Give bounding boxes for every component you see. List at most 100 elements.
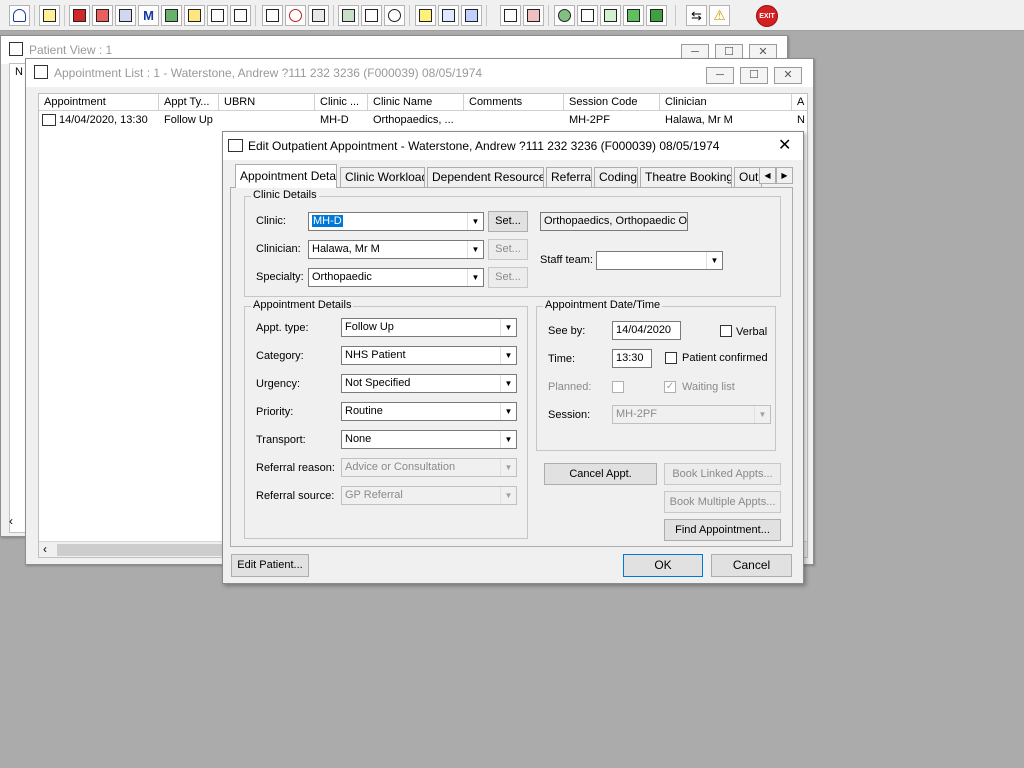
letter-m-icon[interactable]: M xyxy=(138,5,159,26)
chevron-down-icon[interactable]: ▼ xyxy=(500,319,516,336)
chevron-down-icon[interactable]: ▼ xyxy=(467,269,483,286)
find-appointment-button[interactable]: Find Appointment... xyxy=(664,519,781,541)
dialog-close-icon[interactable]: ✕ xyxy=(778,135,791,157)
staff-team-combo[interactable]: ▼ xyxy=(596,251,723,270)
time-input[interactable]: 13:30 xyxy=(612,349,652,368)
tab-dependent-resources[interactable]: Dependent Resources xyxy=(427,167,544,187)
doctor-icon[interactable] xyxy=(161,5,182,26)
column-header-a[interactable]: A xyxy=(792,94,807,111)
swap-icon[interactable]: ⇆ xyxy=(686,5,707,26)
cancel-appt-button[interactable]: Cancel Appt. xyxy=(544,463,657,485)
chevron-down-icon[interactable]: ▼ xyxy=(754,406,770,423)
chevron-down-icon[interactable]: ▼ xyxy=(500,487,516,504)
priority-combo[interactable]: Routine ▼ xyxy=(341,402,517,421)
close-button[interactable]: ✕ xyxy=(774,67,802,84)
double-check-icon[interactable] xyxy=(646,5,667,26)
edit-patient-button[interactable]: Edit Patient... xyxy=(231,554,309,577)
waiting-list-label: Waiting list xyxy=(682,381,735,393)
clinic-label: Clinic: xyxy=(256,215,286,227)
tab-scroll-right-icon[interactable]: ▶ xyxy=(776,167,793,184)
tab-scroll-left-icon[interactable]: ◀ xyxy=(759,167,776,184)
clipboard-icon[interactable] xyxy=(92,5,113,26)
chevron-down-icon[interactable]: ▼ xyxy=(500,459,516,476)
maximize-button[interactable]: ☐ xyxy=(740,67,768,84)
report-icon[interactable] xyxy=(361,5,382,26)
chevron-down-icon[interactable]: ▼ xyxy=(500,347,516,364)
scroll-left-icon[interactable]: ‹ xyxy=(9,514,13,528)
projector-icon[interactable] xyxy=(230,5,251,26)
bar-chart-icon[interactable] xyxy=(523,5,544,26)
column-header-clinic-name[interactable]: Clinic Name xyxy=(368,94,464,111)
planned-checkbox[interactable] xyxy=(612,381,624,393)
table-row[interactable]: 14/04/2020, 13:30 Follow Up MH-D Orthopa… xyxy=(39,112,807,129)
cell-clinician: Halawa, Mr M xyxy=(665,114,733,126)
column-header-comments[interactable]: Comments xyxy=(464,94,564,111)
category-combo[interactable]: NHS Patient ▼ xyxy=(341,346,517,365)
column-header-ubrn[interactable]: UBRN xyxy=(219,94,315,111)
toolbar-separator xyxy=(409,5,410,26)
clinician-combo[interactable]: Halawa, Mr M ▼ xyxy=(308,240,484,259)
check-doc-icon[interactable] xyxy=(600,5,621,26)
session-combo[interactable]: MH-2PF ▼ xyxy=(612,405,771,424)
tab-referral[interactable]: Referral xyxy=(546,167,592,187)
tab-coding[interactable]: Coding xyxy=(594,167,638,187)
cancel-button[interactable]: Cancel xyxy=(711,554,792,577)
column-header-clinician[interactable]: Clinician xyxy=(660,94,792,111)
waiting-list-checkbox[interactable]: ✓ xyxy=(664,381,676,393)
staff-icon[interactable] xyxy=(461,5,482,26)
book-linked-appts-button[interactable]: Book Linked Appts... xyxy=(664,463,781,485)
clinic-set-button[interactable]: Set... xyxy=(488,211,528,232)
column-header-session-code[interactable]: Session Code xyxy=(564,94,660,111)
patient-icon[interactable] xyxy=(9,5,30,26)
column-header-clinic[interactable]: Clinic ... xyxy=(315,94,368,111)
document-icon[interactable] xyxy=(500,5,521,26)
tab-out[interactable]: Out xyxy=(734,167,762,187)
appt-type-combo[interactable]: Follow Up ▼ xyxy=(341,318,517,337)
bed-icon[interactable] xyxy=(438,5,459,26)
referral-source-combo[interactable]: GP Referral ▼ xyxy=(341,486,517,505)
chevron-down-icon[interactable]: ▼ xyxy=(706,252,722,269)
clinician-set-button[interactable]: Set... xyxy=(488,239,528,260)
warning-icon[interactable]: ⚠ xyxy=(709,5,730,26)
patient-confirmed-checkbox[interactable] xyxy=(665,352,677,364)
green-check-icon[interactable] xyxy=(623,5,644,26)
book-multiple-appts-button[interactable]: Book Multiple Appts... xyxy=(664,491,781,513)
clock-icon[interactable] xyxy=(285,5,306,26)
referral-reason-combo[interactable]: Advice or Consultation ▼ xyxy=(341,458,517,477)
minimize-button[interactable]: ─ xyxy=(706,67,734,84)
list-window-icon[interactable] xyxy=(308,5,329,26)
specialty-combo[interactable]: Orthopaedic ▼ xyxy=(308,268,484,287)
checklist-icon[interactable] xyxy=(577,5,598,26)
scrollbar-thumb[interactable] xyxy=(57,544,247,556)
urgency-combo[interactable]: Not Specified ▼ xyxy=(341,374,517,393)
notepad-icon[interactable] xyxy=(184,5,205,26)
chevron-down-icon[interactable]: ▼ xyxy=(500,431,516,448)
clinic-combo[interactable]: MH-D ▼ xyxy=(308,212,484,231)
transport-combo[interactable]: None ▼ xyxy=(341,430,517,449)
verbal-checkbox[interactable] xyxy=(720,325,732,337)
chevron-down-icon[interactable]: ▼ xyxy=(467,213,483,230)
tab-clinic-workload[interactable]: Clinic Workload xyxy=(340,167,425,187)
chevron-down-icon[interactable]: ▼ xyxy=(500,403,516,420)
specialty-set-button[interactable]: Set... xyxy=(488,267,528,288)
monitor-icon[interactable] xyxy=(115,5,136,26)
printer-icon[interactable] xyxy=(39,5,60,26)
red-book-icon[interactable] xyxy=(69,5,90,26)
camera-icon[interactable] xyxy=(207,5,228,26)
tab-appointment-details[interactable]: Appointment Details xyxy=(235,164,337,188)
tab-theatre-bookings[interactable]: Theatre Bookings xyxy=(640,167,732,187)
gauge-icon[interactable] xyxy=(384,5,405,26)
column-header-appt-type[interactable]: Appt Ty... xyxy=(159,94,219,111)
chevron-down-icon[interactable]: ▼ xyxy=(467,241,483,258)
chart-icon[interactable] xyxy=(338,5,359,26)
ok-button[interactable]: OK xyxy=(623,554,703,577)
exit-icon[interactable]: EXIT xyxy=(756,5,778,27)
specialty-value: Orthopaedic xyxy=(312,271,372,283)
globe-icon[interactable] xyxy=(554,5,575,26)
chevron-down-icon[interactable]: ▼ xyxy=(500,375,516,392)
see-by-input[interactable]: 14/04/2020 xyxy=(612,321,681,340)
search-doc-icon[interactable] xyxy=(262,5,283,26)
column-header-appointment[interactable]: Appointment xyxy=(39,94,159,111)
notes-icon[interactable] xyxy=(415,5,436,26)
scroll-left-icon[interactable]: ‹ xyxy=(43,542,47,556)
